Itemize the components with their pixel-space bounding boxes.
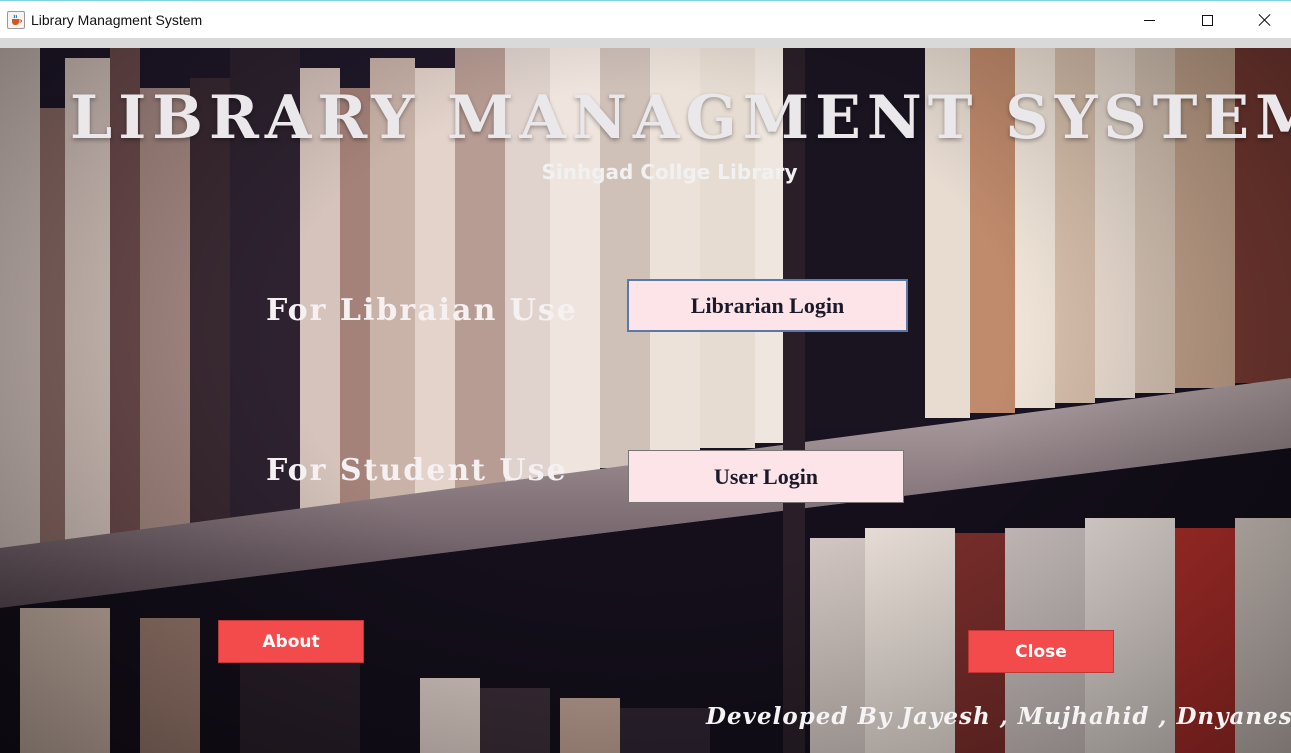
bookshelf-background: LIBRARY MANAGMENT SYSTEM Sinhgad Collge … (0, 48, 1291, 753)
librarian-login-button[interactable]: Librarian Login (627, 279, 908, 332)
page-subtitle: Sinhgad Collge Library (541, 160, 798, 184)
close-button[interactable]: Close (968, 630, 1114, 673)
java-cup-icon (7, 10, 25, 29)
close-icon (1259, 14, 1271, 26)
student-section-label: For Student Use (266, 453, 568, 488)
page-title: LIBRARY MANAGMENT SYSTEM (70, 83, 1291, 153)
minimize-icon (1143, 19, 1155, 21)
developer-credits: Developed By Jayesh , Mujhahid , Dnyanes… (706, 703, 1291, 730)
maximize-icon (1201, 14, 1213, 26)
about-button[interactable]: About (218, 620, 364, 663)
user-login-button[interactable]: User Login (628, 450, 904, 503)
librarian-section-label: For Libraian Use (266, 293, 578, 328)
window-close-button[interactable] (1236, 1, 1291, 39)
window-title-bar: Library Managment System (0, 0, 1291, 38)
window-title: Library Managment System (31, 11, 203, 28)
minimize-button[interactable] (1120, 1, 1178, 39)
maximize-button[interactable] (1178, 1, 1236, 39)
window-frame-strip (0, 38, 1291, 48)
